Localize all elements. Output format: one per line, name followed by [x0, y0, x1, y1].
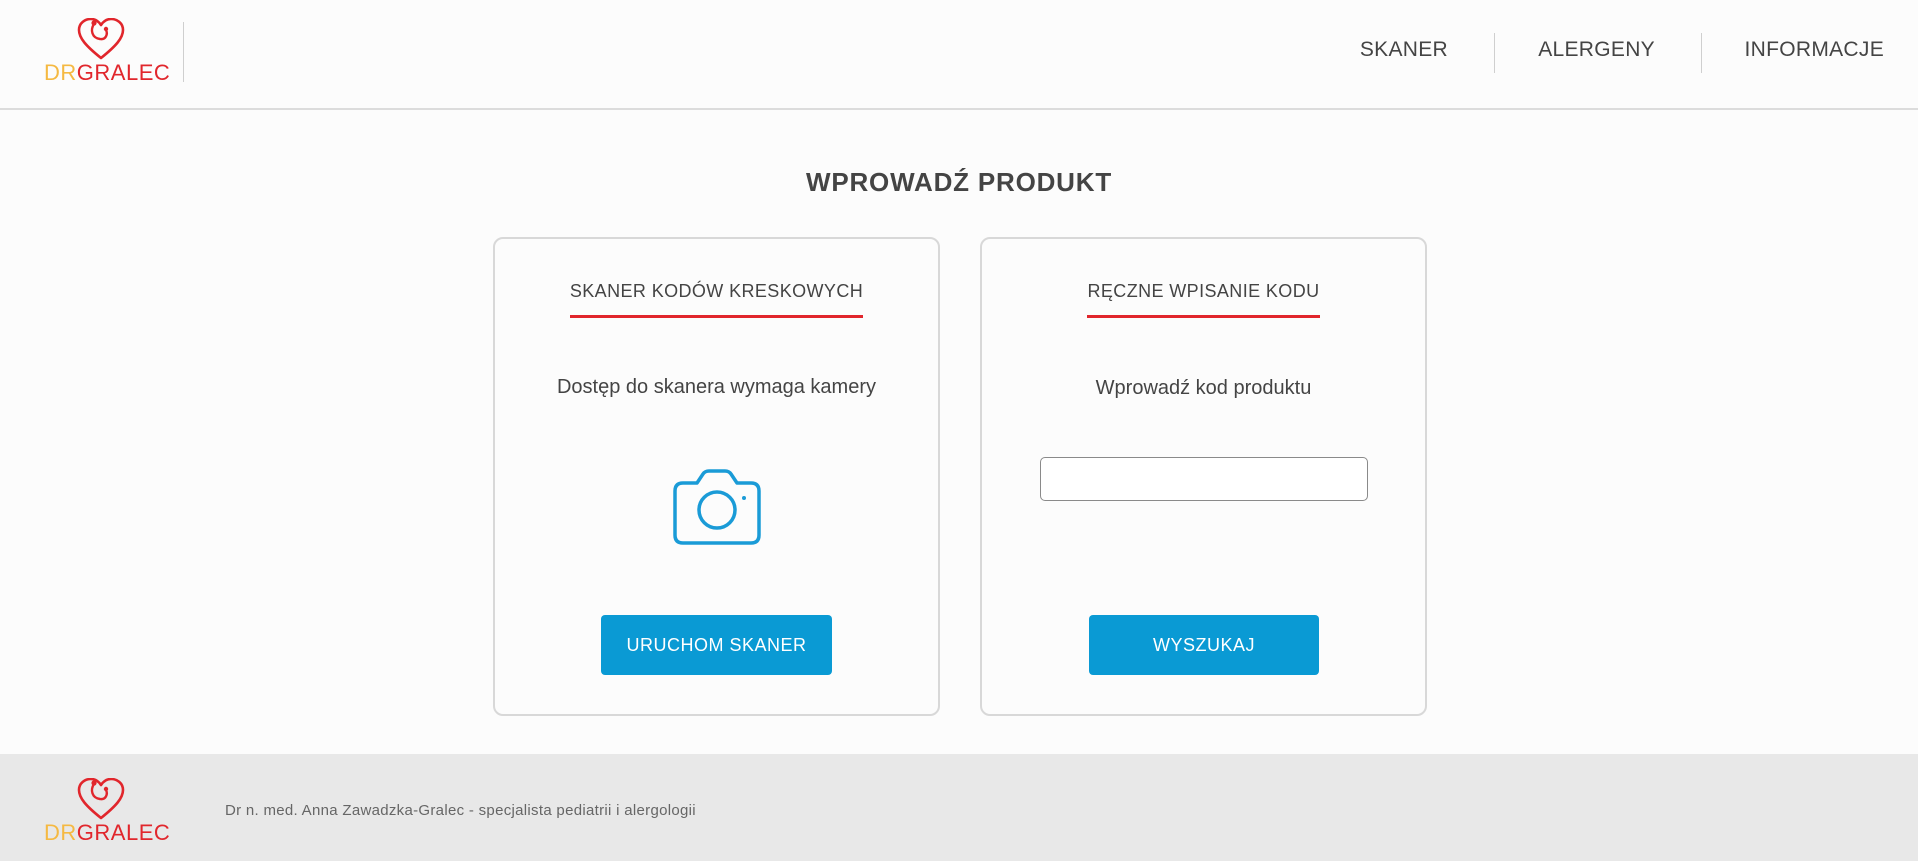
search-button[interactable]: WYSZUKAJ — [1089, 615, 1319, 675]
logo-prefix: DR — [44, 60, 77, 85]
logo-name: GRALEC — [76, 60, 171, 85]
logo-prefix: DR — [44, 820, 77, 845]
nav-separator — [1701, 33, 1702, 73]
heart-stethoscope-icon — [77, 778, 125, 820]
nav-item-informacje[interactable]: INFORMACJE — [1745, 38, 1885, 62]
logo-wordmark: DRGRALEC — [44, 60, 170, 86]
nav-item-alergeny[interactable]: ALERGENY — [1538, 38, 1655, 62]
logo-wordmark: DRGRALEC — [44, 820, 170, 846]
scanner-card-description: Dostęp do skanera wymaga kamery — [556, 376, 877, 398]
manual-card-title: RĘCZNE WPISANIE KODU — [1087, 281, 1320, 318]
product-code-input[interactable] — [1040, 457, 1368, 501]
scanner-card-title: SKANER KODÓW KRESKOWYCH — [569, 281, 864, 318]
nav-separator — [1494, 33, 1495, 73]
nav-item-skaner[interactable]: SKANER — [1360, 38, 1448, 62]
page-title: WPROWADŹ PRODUKT — [806, 167, 1112, 197]
site-logo[interactable]: DRGRALEC — [44, 18, 170, 86]
manual-entry-card: RĘCZNE WPISANIE KODU Wprowadź kod produk… — [980, 237, 1427, 716]
header-divider — [183, 22, 184, 82]
scanner-card: SKANER KODÓW KRESKOWYCH Dostęp do skaner… — [493, 237, 940, 716]
logo-name: GRALEC — [76, 820, 171, 845]
camera-icon[interactable] — [673, 469, 761, 545]
footer-credit: Dr n. med. Anna Zawadzka-Gralec - specja… — [225, 802, 696, 819]
manual-card-description: Wprowadź kod produktu — [1095, 377, 1312, 399]
footer-logo[interactable]: DRGRALEC — [44, 778, 170, 846]
site-footer: DRGRALEC Dr n. med. Anna Zawadzka-Gralec… — [0, 754, 1918, 861]
start-scanner-button[interactable]: URUCHOM SKANER — [601, 615, 832, 675]
site-header: DRGRALEC SKANER ALERGENY INFORMACJE — [0, 0, 1918, 110]
heart-stethoscope-icon — [77, 18, 125, 60]
